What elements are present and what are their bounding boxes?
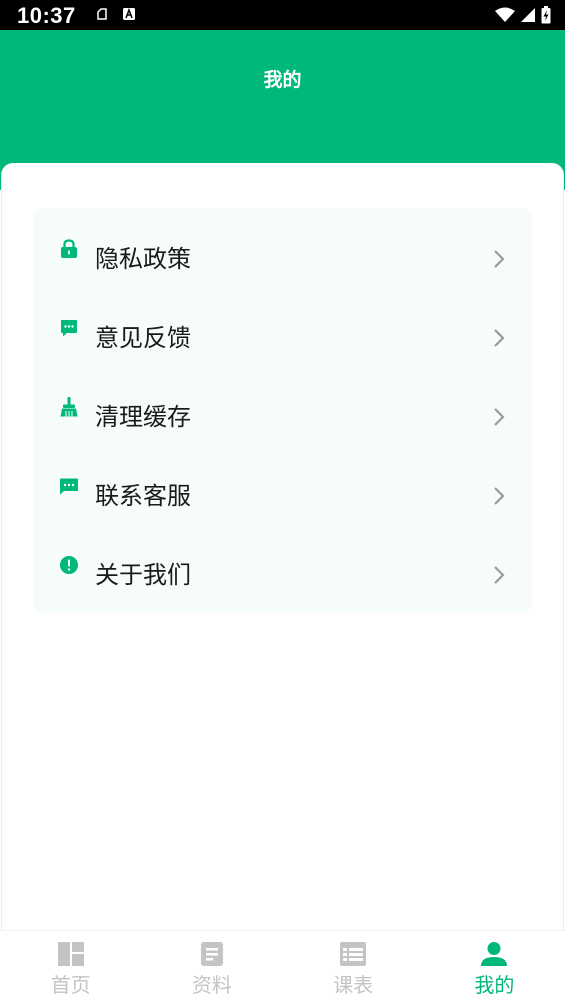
lock-icon — [61, 239, 77, 258]
status-icons — [495, 6, 551, 24]
chevron-right-icon — [494, 329, 505, 347]
document-icon — [200, 942, 223, 966]
status-time: 10:37 — [17, 3, 76, 28]
chevron-right-icon — [494, 408, 505, 426]
tab-label: 我的 — [474, 973, 515, 997]
tab-label: 课表 — [333, 973, 374, 997]
menu-item-label: 联系客服 — [95, 482, 191, 510]
page-title: 我的 — [263, 69, 302, 91]
menu-item-feedback[interactable]: 意见反馈 — [33, 287, 532, 366]
signal-icon — [521, 8, 535, 22]
info-alert-icon — [60, 556, 78, 574]
notification-icon — [97, 8, 107, 20]
menu-item-label: 意见反馈 — [95, 324, 191, 352]
tab-label: 资料 — [191, 973, 232, 997]
menu-item-about-us[interactable]: 关于我们 — [33, 524, 532, 603]
battery-charging-icon — [541, 6, 551, 24]
menu-card: 隐私政策 意见反馈 清理缓存 联系客服 关于我们 — [33, 208, 532, 613]
broom-icon — [60, 397, 78, 417]
menu-item-customer-service[interactable]: 联系客服 — [33, 445, 532, 524]
chevron-right-icon — [494, 250, 505, 268]
chevron-right-icon — [494, 487, 505, 505]
person-icon — [481, 942, 508, 966]
bottom-nav: 首页 资料 课表 我的 — [0, 930, 565, 1004]
tab-materials[interactable]: 资料 — [141, 931, 282, 1004]
menu-item-label: 隐私政策 — [95, 245, 191, 273]
chat-bubble-icon — [61, 320, 77, 337]
dashboard-icon — [57, 942, 84, 966]
menu-item-label: 清理缓存 — [95, 403, 191, 431]
wifi-icon — [495, 7, 515, 22]
schedule-icon — [340, 942, 367, 966]
menu-item-clear-cache[interactable]: 清理缓存 — [33, 366, 532, 445]
menu-item-label: 关于我们 — [95, 561, 191, 589]
tab-home[interactable]: 首页 — [0, 931, 141, 1004]
tab-label: 首页 — [50, 973, 91, 997]
screen: 10:37 我的 隐私政策 意见反馈 清理缓存 联系客服 关于我们 首页 资料 … — [0, 0, 565, 1004]
tab-schedule[interactable]: 课表 — [283, 931, 424, 1004]
menu-item-privacy-policy[interactable]: 隐私政策 — [33, 208, 532, 287]
chevron-right-icon — [494, 566, 505, 584]
status-bar: 10:37 — [0, 0, 565, 30]
tab-mine[interactable]: 我的 — [424, 931, 565, 1004]
message-icon — [60, 478, 78, 495]
app-notification-icon — [123, 7, 135, 20]
